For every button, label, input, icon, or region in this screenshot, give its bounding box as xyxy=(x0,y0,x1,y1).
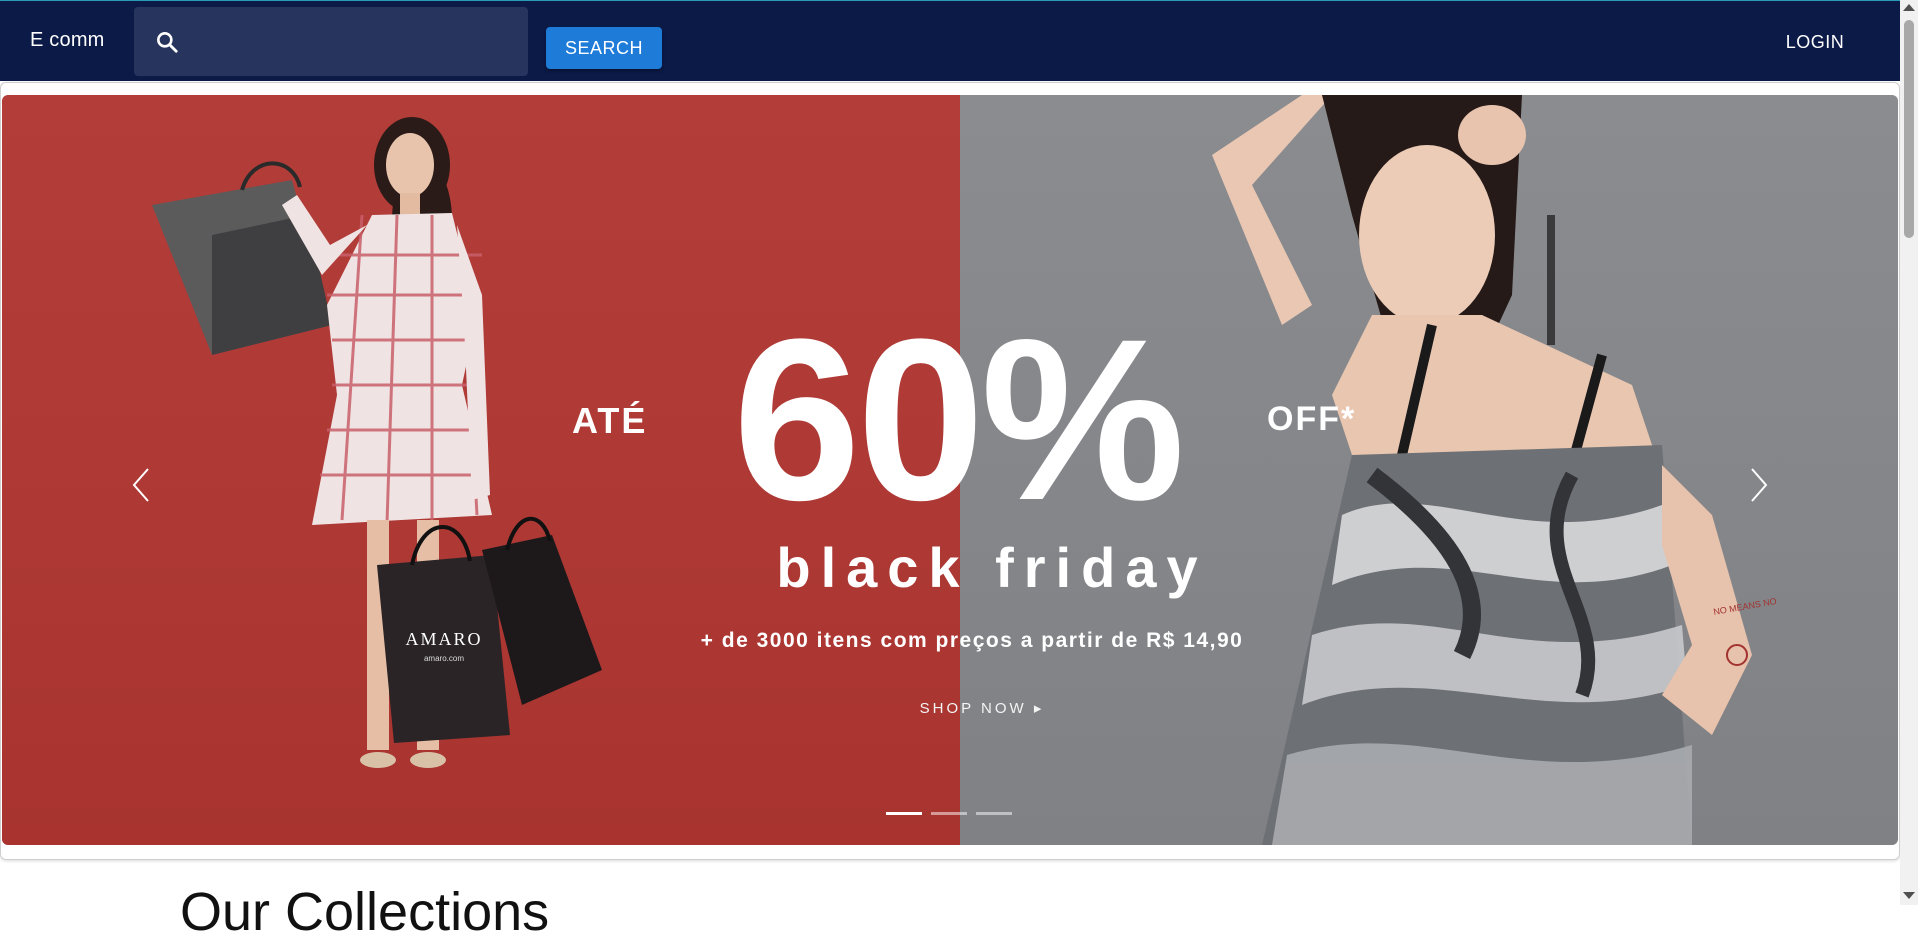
headline-black-friday: black friday xyxy=(776,536,1208,599)
model-with-bags-image: AMARO amaro.com xyxy=(152,117,602,768)
bag-url-label: amaro.com xyxy=(424,654,464,663)
search-bar: SEARCH xyxy=(134,7,662,76)
search-icon xyxy=(154,29,180,55)
login-button[interactable]: LOGIN xyxy=(1760,21,1870,63)
brand-title[interactable]: E comm xyxy=(30,29,105,52)
top-app-bar: E comm SEARCH LOGIN xyxy=(0,0,1900,81)
scroll-up-arrow-icon[interactable] xyxy=(1903,4,1915,11)
section-title: Our Collections xyxy=(180,882,550,942)
carousel-indicators xyxy=(886,809,1016,819)
scrollbar-thumb[interactable] xyxy=(1904,20,1914,238)
headline-suffix: OFF* xyxy=(1267,400,1357,438)
bag-brand-label: AMARO xyxy=(405,629,482,649)
search-input[interactable] xyxy=(196,25,540,61)
scroll-down-arrow-icon[interactable] xyxy=(1903,892,1915,899)
carousel-indicator-2[interactable] xyxy=(931,812,967,815)
chevron-right-icon[interactable] xyxy=(1738,455,1778,515)
promo-subline: + de 3000 itens com preços a partir de R… xyxy=(700,629,1244,652)
shop-now-link[interactable]: SHOP NOW ▸ xyxy=(882,699,1082,717)
search-button[interactable]: SEARCH xyxy=(546,27,662,69)
carousel-indicator-3[interactable] xyxy=(976,812,1012,815)
chevron-left-icon[interactable] xyxy=(122,455,162,515)
headline-prefix: ATÉ xyxy=(572,400,648,441)
carousel-slide[interactable]: AMARO amaro.com NO MEANS NO ATÉ 60% OFF*… xyxy=(2,95,1898,845)
page-scrollbar[interactable] xyxy=(1900,0,1918,905)
carousel-indicator-1[interactable] xyxy=(886,812,922,815)
headline-discount: 60% xyxy=(732,291,1185,548)
